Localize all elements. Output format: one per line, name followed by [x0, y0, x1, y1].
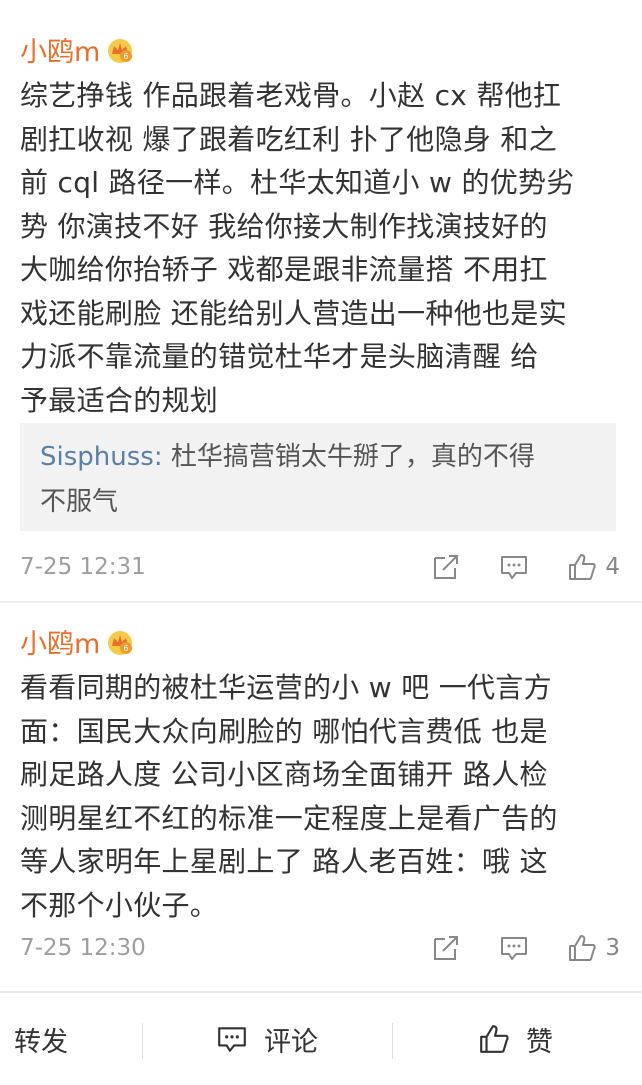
comment-line: 戏还能刷脸 还能给别人营造出一种他也是实 — [20, 296, 567, 330]
comment-line: 势 你演技不好 我给你接大制作找演技好的 — [20, 209, 548, 243]
comment-body: 综艺挣钱 作品跟着老戏骨。小赵 cx 帮他扛 剧扛收视 爆了跟着吃红利 扑了他隐… — [20, 74, 620, 422]
separator — [142, 1023, 143, 1059]
bottom-action-bar: 转发 评论 赞 — [0, 991, 642, 1083]
comment-timestamp: 7-25 12:30 — [20, 935, 146, 961]
comment-meta: 7-25 12:30 3 — [20, 928, 620, 968]
like-count: 4 — [605, 554, 620, 580]
comment-line: 不那个小伙子。 — [20, 888, 219, 922]
comment-line: 测明星红不红的标准一定程度上是看广告的 — [20, 801, 558, 835]
reply-author[interactable]: Sisphuss: — [40, 442, 163, 472]
comment-icon[interactable] — [499, 552, 529, 582]
comment-label: 评论 — [264, 1026, 318, 1058]
comment-line: 刷足路人度 公司小区商场全面铺开 路人检 — [20, 758, 548, 791]
like-count: 3 — [605, 935, 620, 961]
comment-line: 力派不靠流量的错觉杜华才是头脑清醒 给 — [20, 340, 539, 373]
reply-content-line1: 杜华搞营销太牛掰了，真的不得 — [162, 442, 535, 472]
reply-preview[interactable]: Sisphuss: 杜华搞营销太牛掰了，真的不得 不服气 — [20, 423, 616, 531]
comment-line: 等人家明年上星剧上了 路人老百姓：哦 这 — [20, 845, 548, 878]
comment-line: 综艺挣钱 作品跟着老戏骨。小赵 cx 帮他扛 — [20, 79, 562, 112]
comment-line: 予最适合的规划 — [20, 383, 219, 417]
comment-actions: 4 — [431, 547, 620, 587]
comment-username[interactable]: 小鸥m 6 — [20, 30, 134, 69]
comment-button[interactable]: 评论 — [216, 993, 318, 1085]
thumbs-up-icon[interactable] — [567, 552, 597, 582]
comment-line: 看看同期的被杜华运营的小 w 吧 一代言方 — [20, 671, 552, 704]
like-label: 赞 — [526, 1026, 553, 1058]
username-text[interactable]: 小鸥m — [20, 622, 100, 661]
reply-text: Sisphuss: 杜华搞营销太牛掰了，真的不得 不服气 — [40, 423, 596, 525]
repost-label: 转发 — [14, 1026, 68, 1058]
share-icon[interactable] — [431, 933, 461, 963]
comment-icon[interactable] — [499, 933, 529, 963]
svg-text:6: 6 — [124, 52, 129, 61]
separator — [392, 1023, 393, 1059]
crown-badge-icon: 6 — [108, 38, 133, 63]
comment-body: 看看同期的被杜华运营的小 w 吧 一代言方 面：国民大众向刷脸的 哪怕代言费低 … — [20, 666, 620, 927]
like-button[interactable]: 赞 — [478, 993, 553, 1085]
comment-username[interactable]: 小鸥m 6 — [20, 622, 134, 661]
comment-line: 面：国民大众向刷脸的 哪怕代言费低 也是 — [20, 714, 548, 748]
comment-timestamp: 7-25 12:31 — [20, 554, 146, 580]
username-text[interactable]: 小鸥m — [20, 30, 100, 69]
svg-text:6: 6 — [124, 644, 129, 653]
comment-item: 小鸥m 6 综艺挣钱 作品跟着老戏骨。小赵 cx 帮他扛 剧扛收视 爆了跟着吃红… — [0, 0, 642, 600]
comment-icon — [218, 1027, 246, 1052]
crown-badge-icon: 6 — [108, 630, 133, 655]
comment-line: 大咖给你抬轿子 戏都是跟非流量搭 不用扛 — [20, 253, 548, 286]
comment-item: 小鸥m 6 看看同期的被杜华运营的小 w 吧 一代言方 面：国民大众向刷脸的 哪… — [0, 602, 642, 987]
comment-meta: 7-25 12:31 4 — [20, 547, 620, 587]
comment-line: 前 cql 路径一样。杜华太知道小 w 的优势劣 — [20, 166, 575, 199]
thumbs-up-icon[interactable] — [567, 933, 597, 963]
comment-line: 剧扛收视 爆了跟着吃红利 扑了他隐身 和之 — [20, 122, 558, 156]
thumbs-up-icon — [480, 1025, 509, 1053]
repost-button[interactable]: 转发 — [14, 993, 68, 1085]
share-icon[interactable] — [431, 552, 461, 582]
reply-content-line2: 不服气 — [40, 487, 119, 517]
comment-actions: 3 — [431, 928, 620, 968]
